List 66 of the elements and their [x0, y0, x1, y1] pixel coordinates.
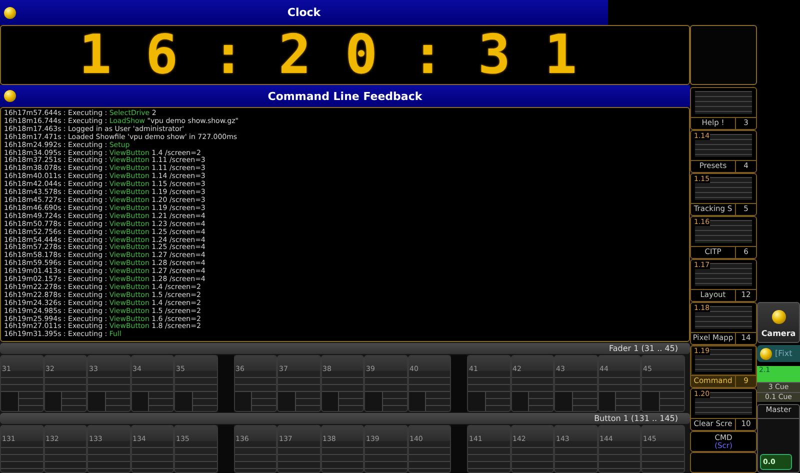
fader-block: [88, 392, 106, 411]
view-thumbnail: [695, 306, 752, 329]
ball-icon: [4, 6, 16, 18]
fader-lines: [660, 392, 684, 411]
ball-icon: [772, 310, 786, 324]
fader-block: [408, 392, 426, 411]
fader-lines: [486, 392, 510, 411]
fader-header: Fader 1 (31 .. 45): [0, 343, 690, 354]
fader-lines: [382, 392, 406, 411]
button-lines: [1, 462, 42, 472]
fader-lines: [192, 392, 216, 411]
fader-block: [365, 392, 383, 411]
fader-block: [278, 392, 296, 411]
button-lines: [642, 462, 684, 472]
fader-lines: [339, 392, 363, 411]
button-lines: [44, 462, 86, 472]
button-lines: [468, 462, 510, 472]
view-button[interactable]: [690, 452, 757, 473]
button-lines: [598, 462, 640, 472]
button-lines: [365, 462, 406, 472]
feedback-title-bar: Command Line Feedback: [0, 85, 690, 107]
fader-block: [642, 392, 660, 411]
fader-lines: [62, 392, 86, 411]
clock-time: 16:20:31: [78, 28, 612, 82]
button-header: Button 1 (131 .. 145): [0, 413, 690, 424]
view-thumbnail: [695, 263, 752, 286]
view-thumbnail: [695, 91, 752, 114]
button-lines: [175, 462, 216, 472]
button-lines: [234, 462, 276, 472]
fader-block: [468, 392, 486, 411]
fader-lines: [149, 392, 173, 411]
fader-lines: [18, 392, 42, 411]
button-lines: [278, 462, 320, 472]
button-lines: [88, 462, 130, 472]
fader-lines: [572, 392, 596, 411]
button-lines: [408, 462, 450, 472]
slot-gap: [451, 355, 467, 412]
button-lines: [512, 462, 553, 472]
fader-block: [132, 392, 150, 411]
view-thumbnail: [695, 177, 752, 200]
fader-lines: [106, 392, 130, 411]
view-thumbnail: [695, 392, 752, 415]
view-thumbnail: [695, 134, 752, 157]
fader-block: [44, 392, 62, 411]
camera-button[interactable]: Camera: [757, 302, 800, 343]
ball-icon: [760, 348, 772, 360]
fader-block: [598, 392, 616, 411]
fader-lines: [616, 392, 640, 411]
fixture-bar[interactable]: [Fixt: [757, 345, 800, 362]
ball-icon: [4, 90, 16, 102]
slot-gap: [218, 355, 234, 412]
clock-title-bar: Clock: [0, 0, 608, 25]
fader-block: [512, 392, 530, 411]
fader-lines: [296, 392, 320, 411]
fader-lines: [426, 392, 450, 411]
fader-block: [175, 392, 193, 411]
button-lines: [132, 462, 173, 472]
view-thumbnail: [695, 349, 752, 372]
fader-block: [555, 392, 573, 411]
button-lines: [322, 462, 363, 472]
fader-block: [234, 392, 252, 411]
fader-lines: [252, 392, 276, 411]
view-thumbnail: [695, 220, 752, 243]
fader-block: [322, 392, 340, 411]
button-lines: [555, 462, 596, 472]
fader-lines: [529, 392, 553, 411]
